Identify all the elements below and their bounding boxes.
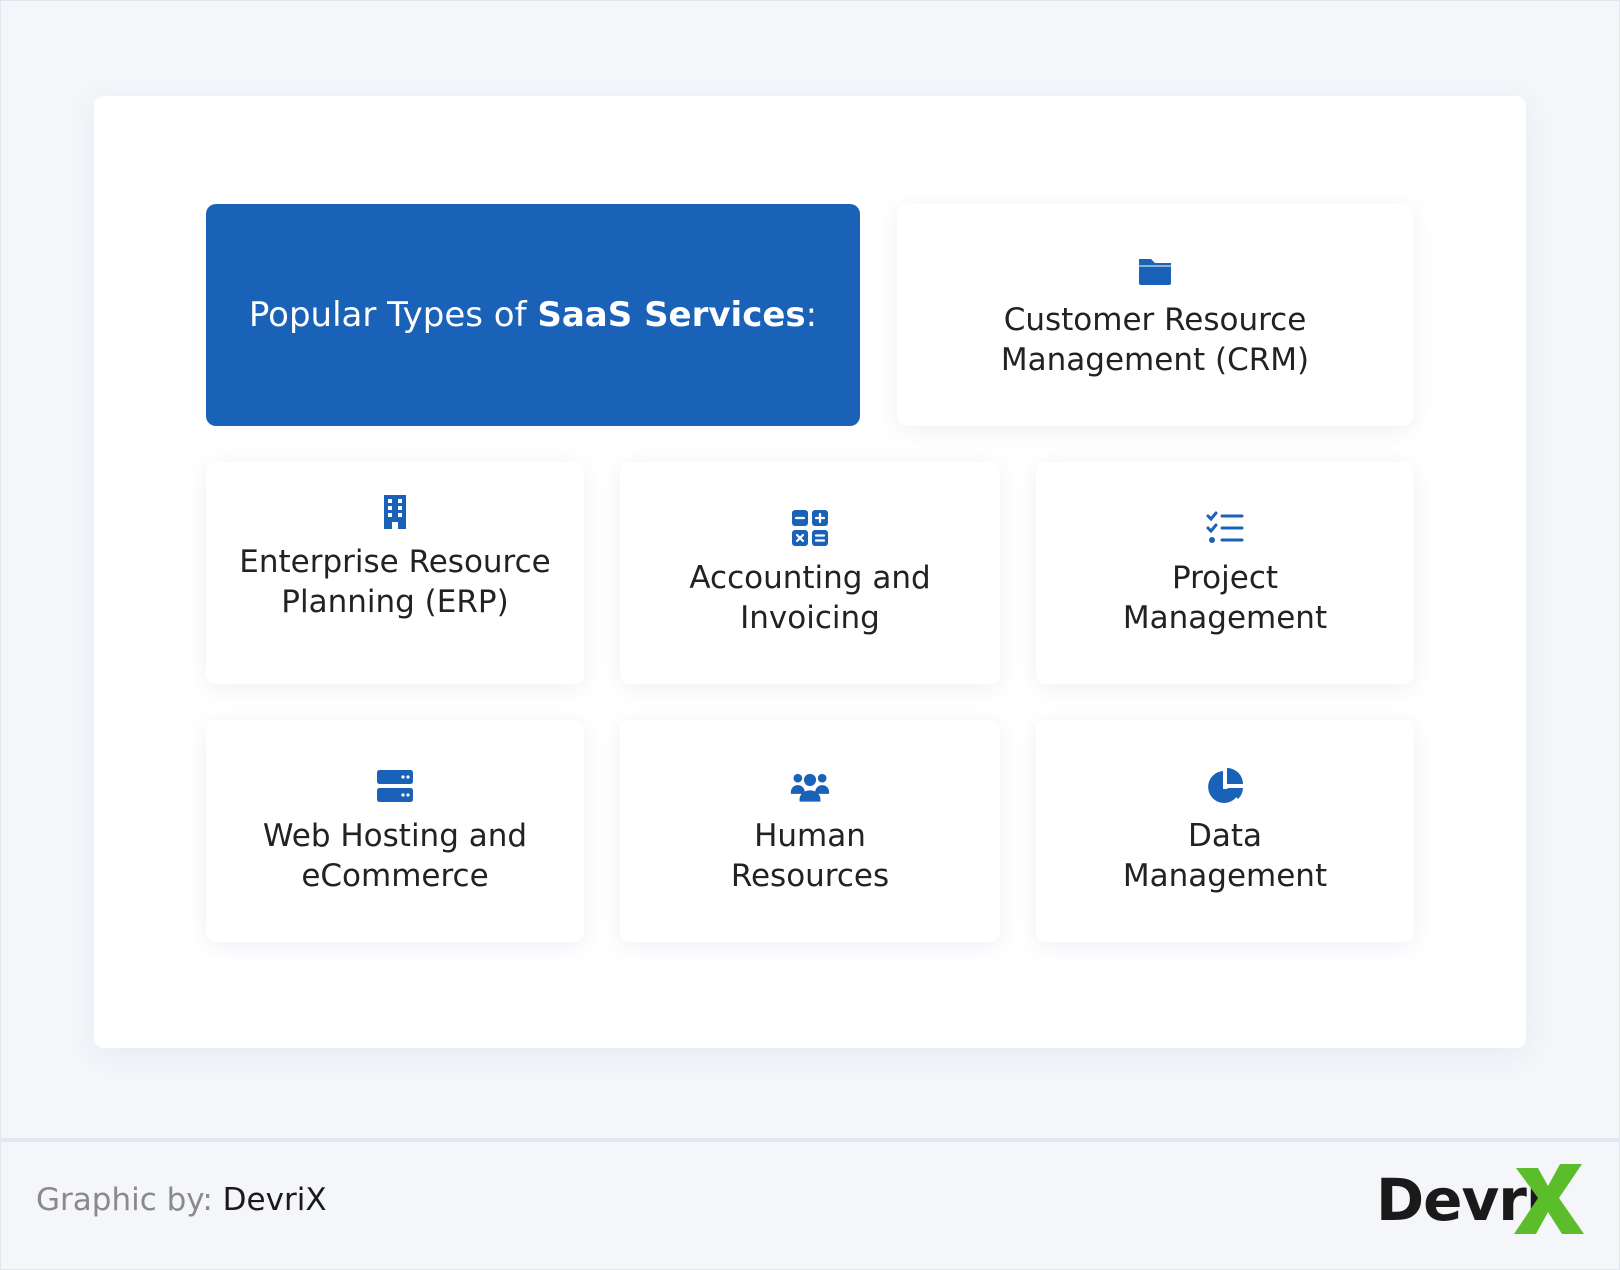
graphic-credit: Graphic by: DevriX	[36, 1182, 327, 1218]
card-label: Customer Resource Management (CRM)	[1000, 302, 1310, 378]
checklist-icon	[1205, 508, 1245, 548]
building-icon	[375, 492, 415, 532]
pie-chart-icon	[1205, 766, 1245, 806]
card-label: Project Management	[1122, 560, 1328, 636]
title-suffix: :	[805, 295, 818, 335]
credit-brand: DevriX	[222, 1182, 327, 1218]
title-bold: SaaS Services	[537, 295, 806, 335]
card-label: Human Resources	[730, 818, 890, 894]
title-prefix: Popular Types of	[248, 295, 538, 335]
card-data-management: Data Management	[1036, 720, 1414, 942]
server-icon	[375, 766, 415, 806]
title-card: Popular Types of SaaS Services:	[206, 204, 860, 426]
card-label: Data Management	[1122, 818, 1328, 894]
logo-x-mark	[1514, 1164, 1584, 1234]
card-label: Web Hosting and eCommerce	[262, 818, 528, 894]
card-label: Enterprise Resource Planning (ERP)	[239, 544, 551, 620]
card-project-management: Project Management	[1036, 462, 1414, 684]
users-icon	[790, 766, 830, 806]
calculator-icon	[790, 508, 830, 548]
card-web-hosting: Web Hosting and eCommerce	[206, 720, 584, 942]
card-label: Accounting and Invoicing	[689, 560, 931, 636]
footer-divider	[0, 1138, 1620, 1142]
devrix-logo: Devri	[1376, 1164, 1586, 1244]
credit-prefix: Graphic by:	[36, 1182, 223, 1218]
card-accounting: Accounting and Invoicing	[620, 462, 1000, 684]
card-human-resources: Human Resources	[620, 720, 1000, 942]
folder-icon	[1135, 250, 1175, 290]
card-erp: Enterprise Resource Planning (ERP)	[206, 462, 584, 684]
card-crm: Customer Resource Management (CRM)	[897, 204, 1413, 426]
